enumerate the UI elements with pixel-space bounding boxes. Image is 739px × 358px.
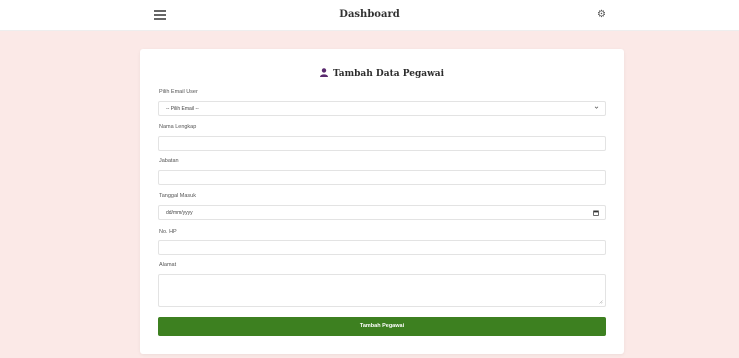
tanggal-input[interactable]: dd/mm/yyyy (158, 205, 606, 220)
hp-label: No. HP (159, 229, 177, 235)
tambah-pegawai-button[interactable]: Tambah Pegawai (158, 317, 606, 336)
form-title-text: Tambah Data Pegawai (332, 69, 445, 79)
email-label: Pilih Email User (159, 89, 198, 95)
jabatan-input[interactable] (158, 170, 606, 185)
add-employee-form-card: Tambah Data Pegawai Pilih Email User -- … (140, 49, 624, 354)
gear-icon[interactable]: ⚙ (597, 10, 606, 20)
nama-label: Nama Lengkap (159, 124, 197, 130)
email-select-value: -- Pilih Email -- (166, 106, 199, 112)
form-title: Tambah Data Pegawai (140, 68, 624, 79)
chevron-down-icon (594, 106, 599, 109)
email-select[interactable]: -- Pilih Email -- (158, 101, 606, 116)
page-title: Dashboard (339, 9, 400, 20)
top-navbar: Dashboard ⚙ (0, 0, 739, 31)
jabatan-label: Jabatan (159, 158, 179, 164)
hp-input[interactable] (158, 240, 606, 255)
calendar-icon[interactable] (593, 210, 599, 216)
tanggal-label: Tanggal Masuk (159, 193, 196, 199)
user-icon (319, 68, 328, 77)
alamat-textarea[interactable] (158, 274, 606, 307)
resize-grip-icon[interactable] (598, 299, 603, 304)
nama-input[interactable] (158, 136, 606, 151)
alamat-label: Alamat (159, 262, 177, 268)
tanggal-input-placeholder: dd/mm/yyyy (166, 210, 193, 216)
